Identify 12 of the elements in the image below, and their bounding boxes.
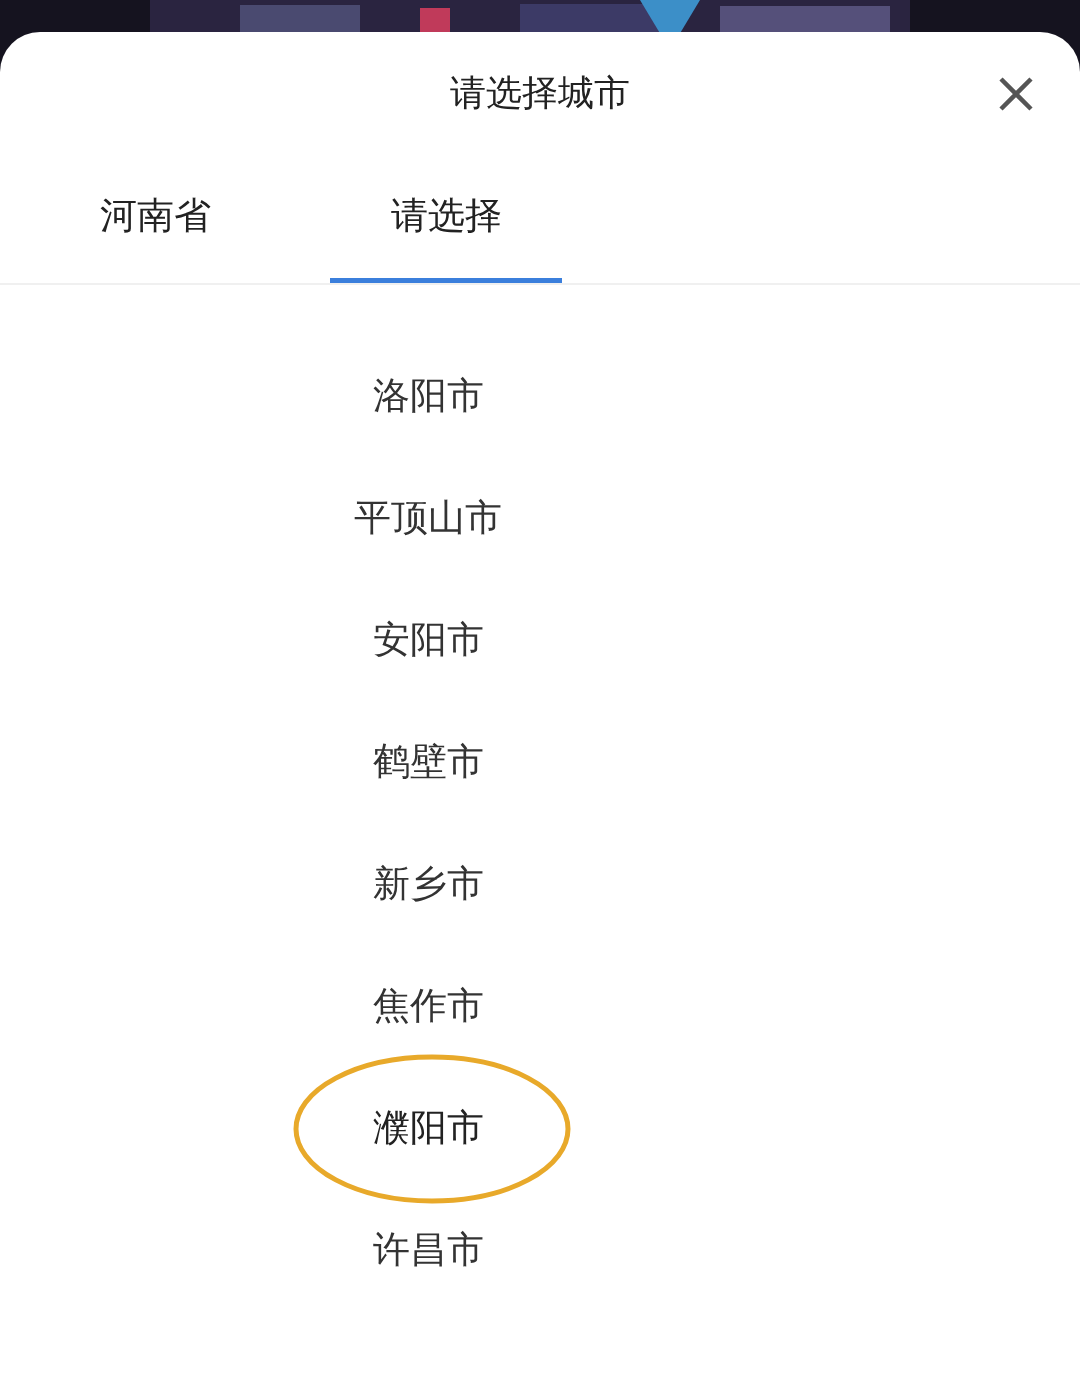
city-item[interactable]: 平顶山市 [354,493,502,543]
close-icon[interactable] [998,76,1034,112]
city-item[interactable]: 许昌市 [372,1225,484,1275]
city-item[interactable]: 焦作市 [372,981,484,1031]
city-item[interactable]: 鹤壁市 [372,737,484,787]
city-item[interactable]: 新乡市 [372,859,484,909]
city-item[interactable]: 洛阳市 [372,371,484,421]
city-item[interactable]: 安阳市 [372,615,484,665]
region-tab[interactable]: 请选择 [330,154,562,283]
region-tab[interactable]: 河南省 [70,154,244,283]
sheet-title: 请选择城市 [450,70,630,115]
city-item[interactable]: 濮阳市 [372,1103,484,1153]
